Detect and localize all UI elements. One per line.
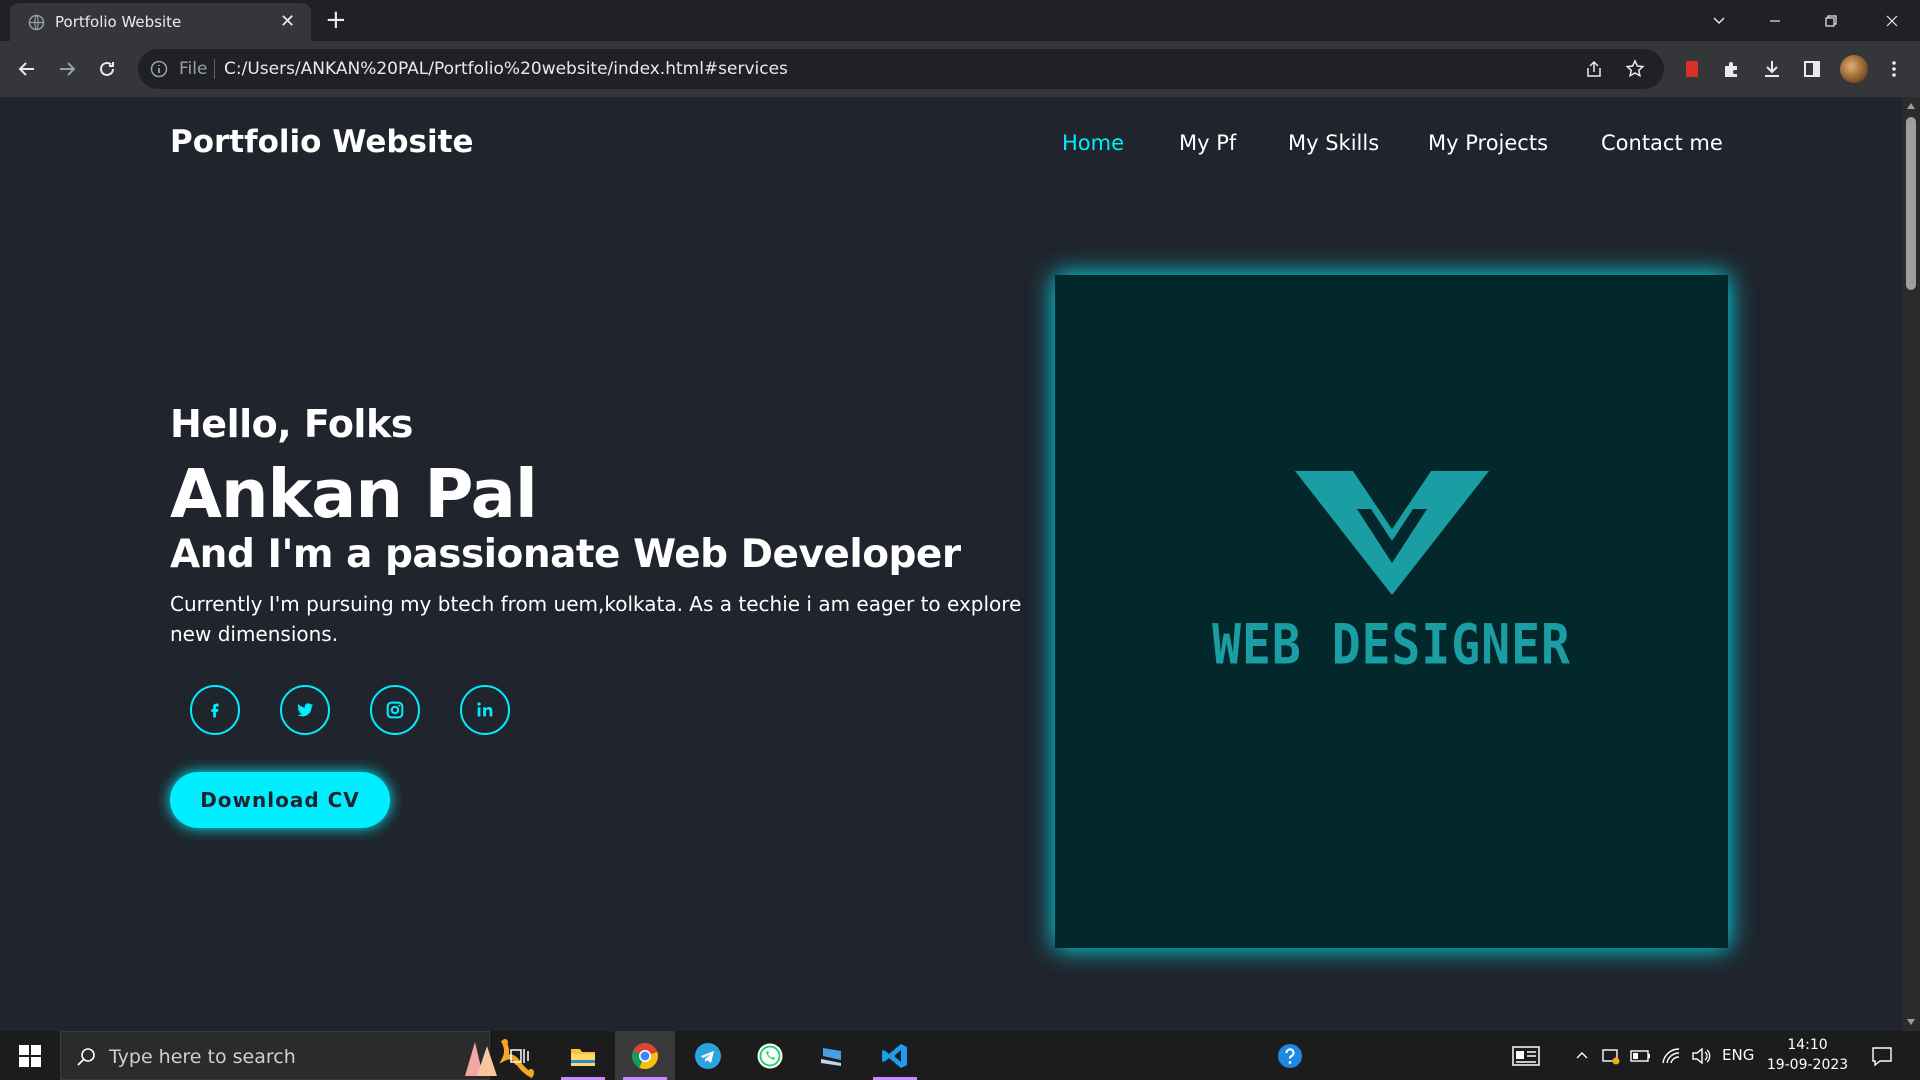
chrome-icon[interactable] [615, 1031, 675, 1080]
hero-role: And I'm a passionate Web Developer [170, 532, 961, 577]
bookmark-extension-icon[interactable] [1679, 56, 1705, 82]
clock-time: 14:10 [1787, 1037, 1828, 1053]
clock-date: 19-09-2023 [1766, 1057, 1849, 1073]
speaker-volume-icon[interactable] [1688, 1031, 1714, 1080]
taskbar-clock[interactable]: 14:10 19-09-2023 [1765, 1035, 1850, 1075]
extensions-puzzle-icon[interactable] [1719, 56, 1745, 82]
scroll-down-arrow-icon[interactable] [1907, 1019, 1915, 1025]
kebab-menu-icon[interactable] [1881, 56, 1907, 82]
download-icon[interactable] [1759, 56, 1785, 82]
scroll-thumb[interactable] [1906, 117, 1916, 290]
network-status-icon[interactable] [1598, 1031, 1624, 1080]
scroll-up-arrow-icon[interactable] [1907, 103, 1915, 109]
nav-my-skills[interactable]: My Skills [1288, 131, 1379, 155]
address-url[interactable]: C:/Users/ANKAN%20PAL/Portfolio%20website… [224, 59, 788, 79]
task-view-icon[interactable] [490, 1031, 550, 1080]
battery-icon[interactable] [1628, 1031, 1654, 1080]
web-designer-logo-icon [1295, 471, 1489, 595]
telegram-icon[interactable] [678, 1031, 738, 1080]
bookmark-star-icon[interactable] [1625, 59, 1645, 79]
nav-home[interactable]: Home [1062, 131, 1124, 155]
page-scrollbar[interactable] [1902, 97, 1920, 1031]
side-panel-icon[interactable] [1799, 56, 1825, 82]
hero-image: WEB DESIGNER [1055, 275, 1728, 948]
browser-tab[interactable]: Portfolio Website ✕ [10, 3, 311, 41]
news-widget-icon[interactable] [1508, 1031, 1544, 1080]
restore-icon[interactable] [1803, 0, 1859, 41]
nav-contact-me[interactable]: Contact me [1601, 131, 1723, 155]
share-icon[interactable] [1584, 59, 1604, 79]
twitter-icon[interactable] [280, 685, 330, 735]
profile-avatar[interactable] [1840, 55, 1868, 83]
info-icon[interactable] [150, 60, 168, 78]
notification-center-icon[interactable] [1862, 1031, 1902, 1080]
tab-title: Portfolio Website [55, 13, 182, 31]
input-language[interactable]: ENG [1722, 1046, 1754, 1064]
search-input[interactable] [109, 1042, 429, 1072]
search-icon [77, 1048, 95, 1066]
back-arrow-icon[interactable] [13, 55, 41, 83]
help-icon[interactable] [1268, 1031, 1312, 1080]
whatsapp-icon[interactable] [740, 1031, 800, 1080]
tab-close-icon[interactable]: ✕ [280, 11, 295, 32]
minimize-icon[interactable] [1747, 0, 1803, 41]
vscode-icon[interactable] [865, 1031, 925, 1080]
address-bar[interactable]: File C:/Users/ANKAN%20PAL/Portfolio%20we… [138, 49, 1664, 89]
reload-icon[interactable] [93, 55, 121, 83]
new-tab-button[interactable]: + [325, 5, 347, 35]
site-logo[interactable]: Portfolio Website [170, 124, 473, 160]
browser-toolbar: File C:/Users/ANKAN%20PAL/Portfolio%20we… [0, 41, 1920, 97]
tab-search-chevron-icon[interactable] [1691, 0, 1747, 41]
wifi-icon[interactable] [1658, 1031, 1684, 1080]
app-icon[interactable] [803, 1031, 863, 1080]
globe-icon [28, 14, 45, 31]
instagram-icon[interactable] [370, 685, 420, 735]
nav-my-pf[interactable]: My Pf [1179, 131, 1236, 155]
file-explorer-icon[interactable] [553, 1031, 613, 1080]
hero-name: Ankan Pal [170, 455, 538, 533]
nav-my-projects[interactable]: My Projects [1428, 131, 1548, 155]
taskbar-search[interactable] [60, 1031, 535, 1080]
browser-tab-strip: Portfolio Website ✕ + [0, 0, 1920, 41]
windows-taskbar: ENG 14:10 19-09-2023 [0, 1031, 1920, 1080]
download-cv-button[interactable]: Download CV [170, 772, 390, 828]
portfolio-page: Portfolio Website Home My Pf My Skills M… [0, 97, 1902, 1031]
hero-image-caption: WEB DESIGNER [1212, 612, 1571, 678]
windows-start-icon[interactable] [0, 1031, 60, 1080]
hero-description: Currently I'm pursuing my btech from uem… [170, 592, 1022, 646]
address-separator [214, 59, 215, 79]
facebook-icon[interactable] [190, 685, 240, 735]
linkedin-icon[interactable] [460, 685, 510, 735]
show-hidden-icons-chevron-icon[interactable] [1570, 1031, 1594, 1080]
address-scheme: File [179, 59, 208, 79]
forward-arrow-icon[interactable] [53, 55, 81, 83]
close-window-icon[interactable] [1864, 0, 1920, 41]
hero-greeting: Hello, Folks [170, 402, 413, 446]
